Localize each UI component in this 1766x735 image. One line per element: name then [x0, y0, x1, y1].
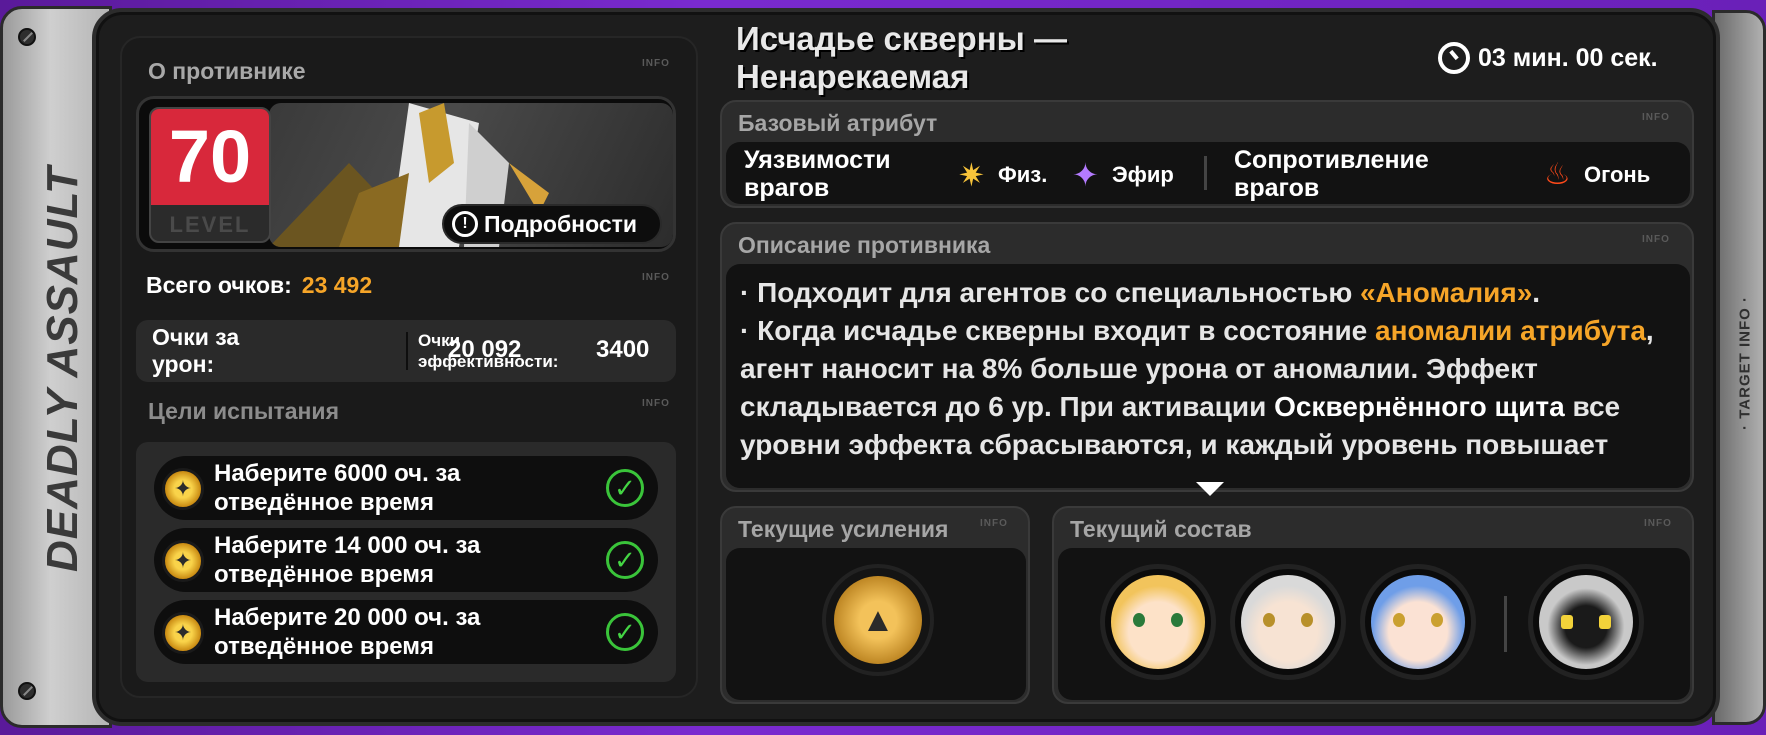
weakness-physical: ✷ Физ. [958, 159, 1047, 191]
specialty-highlight: «Аномалия» [1360, 277, 1533, 308]
description-header: Описание противника [738, 232, 991, 258]
medal-icon [162, 540, 204, 582]
agent-eyes [1133, 613, 1183, 627]
weakness-ether-label: Эфир [1112, 162, 1174, 187]
goal-text: Наберите 6000 оч. за отведённое время [214, 460, 461, 516]
goal-text: Наберите 14 000 оч. за отведённое время [214, 532, 481, 588]
goal-item: Наберите 6000 оч. за отведённое время ✓ [154, 456, 658, 520]
description-scroll-area[interactable]: · Подходит для агентов со специальностью… [726, 264, 1690, 488]
info-tag: INFO [1642, 112, 1670, 123]
buff-emblem-icon[interactable] [822, 564, 934, 676]
medal-icon [162, 468, 204, 510]
divider [1204, 156, 1207, 190]
info-tag: INFO [980, 518, 1008, 529]
goal-text: Наберите 20 000 оч. за отведённое время [214, 604, 481, 660]
info-tag: INFO [642, 58, 670, 69]
current-buffs-panel: Текущие усиления INFO [720, 506, 1030, 704]
bangboo-portrait[interactable] [1528, 564, 1644, 680]
info-tag: INFO [1644, 518, 1672, 529]
level-badge: 70 LEVEL [149, 107, 271, 243]
check-icon: ✓ [606, 541, 644, 579]
check-icon: ✓ [606, 613, 644, 651]
goal-item: Наберите 14 000 оч. за отведённое время … [154, 528, 658, 592]
agent-eyes [1263, 613, 1313, 627]
damage-score-label: Очки за урон: [152, 324, 240, 377]
resistance-label: Сопротивление врагов [1234, 146, 1429, 202]
fire-icon: ♨ [1544, 158, 1571, 191]
enemy-section-title: О противнике [148, 58, 306, 84]
right-side-rail: · TARGET INFO · [1712, 10, 1766, 725]
info-tag: INFO [642, 272, 670, 283]
goals-section-title: Цели испытания [148, 398, 339, 424]
resistance-fire-label: Огонь [1584, 162, 1651, 187]
agent-eyes [1393, 613, 1443, 627]
mode-title: DEADLY ASSAULT [38, 166, 87, 572]
battle-timer: 03 мин. 00 сек. [1438, 42, 1658, 74]
efficiency-score-value: 3400 [596, 336, 650, 363]
target-info-label: · TARGET INFO · [1736, 296, 1754, 430]
buffs-header: Текущие усиления [738, 516, 949, 542]
efficiency-score-label: Очки эффективности: [418, 331, 559, 371]
description-line2: · Когда исчадье скверны входит в состоян… [740, 315, 1376, 346]
resistance-fire: ♨ Огонь [1544, 159, 1650, 191]
timer-value: 03 мин. 00 сек. [1478, 43, 1658, 72]
enemy-description-panel[interactable]: Описание противника INFO · Подходит для … [720, 222, 1694, 492]
info-circle-icon: ! [452, 211, 478, 237]
medal-icon [162, 612, 204, 654]
score-breakdown: Очки за урон: 20 092 Очки эффективности:… [136, 320, 676, 382]
bangboo-eyes [1561, 615, 1611, 629]
description-punct: . [1532, 277, 1541, 308]
scroll-down-icon[interactable] [1196, 482, 1224, 496]
total-score-row: Всего очков: 23 492 [146, 272, 372, 299]
level-label: LEVEL [169, 212, 251, 237]
attribute-header: Базовый атрибут [738, 110, 938, 136]
goal-item: Наберите 20 000 оч. за отведённое время … [154, 600, 658, 664]
attribute-row: Уязвимости врагов ✷ Физ. ✦ Эфир Сопротив… [726, 142, 1690, 204]
clock-icon [1438, 42, 1470, 74]
current-team-panel: Текущий состав INFO [1052, 506, 1694, 704]
details-button[interactable]: ! Подробности [442, 204, 662, 244]
buffs-content [726, 548, 1026, 700]
agent-silver-portrait[interactable] [1230, 564, 1346, 680]
info-tag: INFO [1642, 234, 1670, 245]
anomaly-highlight: аномалии атрибута [1375, 315, 1646, 346]
physical-icon: ✷ [958, 157, 985, 193]
divider [406, 332, 408, 370]
shield-highlight: Осквернённого щита [1274, 391, 1565, 422]
buff-emblem-core [834, 576, 922, 664]
level-number: 70 [151, 109, 269, 205]
enemy-name: Исчадье скверны — Ненарекаемая [736, 20, 1067, 95]
goals-list: Наберите 6000 оч. за отведённое время ✓ … [136, 442, 676, 682]
info-tag: INFO [642, 398, 670, 409]
details-button-label: Подробности [484, 210, 638, 237]
agent-blonde-portrait[interactable] [1100, 564, 1216, 680]
total-score-value: 23 492 [301, 272, 373, 298]
team-header: Текущий состав [1070, 516, 1252, 542]
weakness-physical-label: Физ. [998, 162, 1048, 187]
divider [1504, 596, 1507, 652]
weakness-label: Уязвимости врагов [744, 146, 891, 202]
total-score-label: Всего очков: [146, 272, 292, 298]
agent-blue-portrait[interactable] [1360, 564, 1476, 680]
weakness-ether: ✦ Эфир [1072, 159, 1174, 191]
check-icon: ✓ [606, 469, 644, 507]
base-attribute-panel: Базовый атрибут INFO Уязвимости врагов ✷… [720, 100, 1694, 208]
ether-icon: ✦ [1072, 157, 1099, 193]
team-content [1058, 548, 1690, 700]
screw-icon [18, 682, 36, 700]
description-text: · Подходит для агентов со специальностью… [740, 274, 1670, 464]
screw-icon [18, 28, 36, 46]
description-line1: · Подходит для агентов со специальностью [740, 277, 1361, 308]
